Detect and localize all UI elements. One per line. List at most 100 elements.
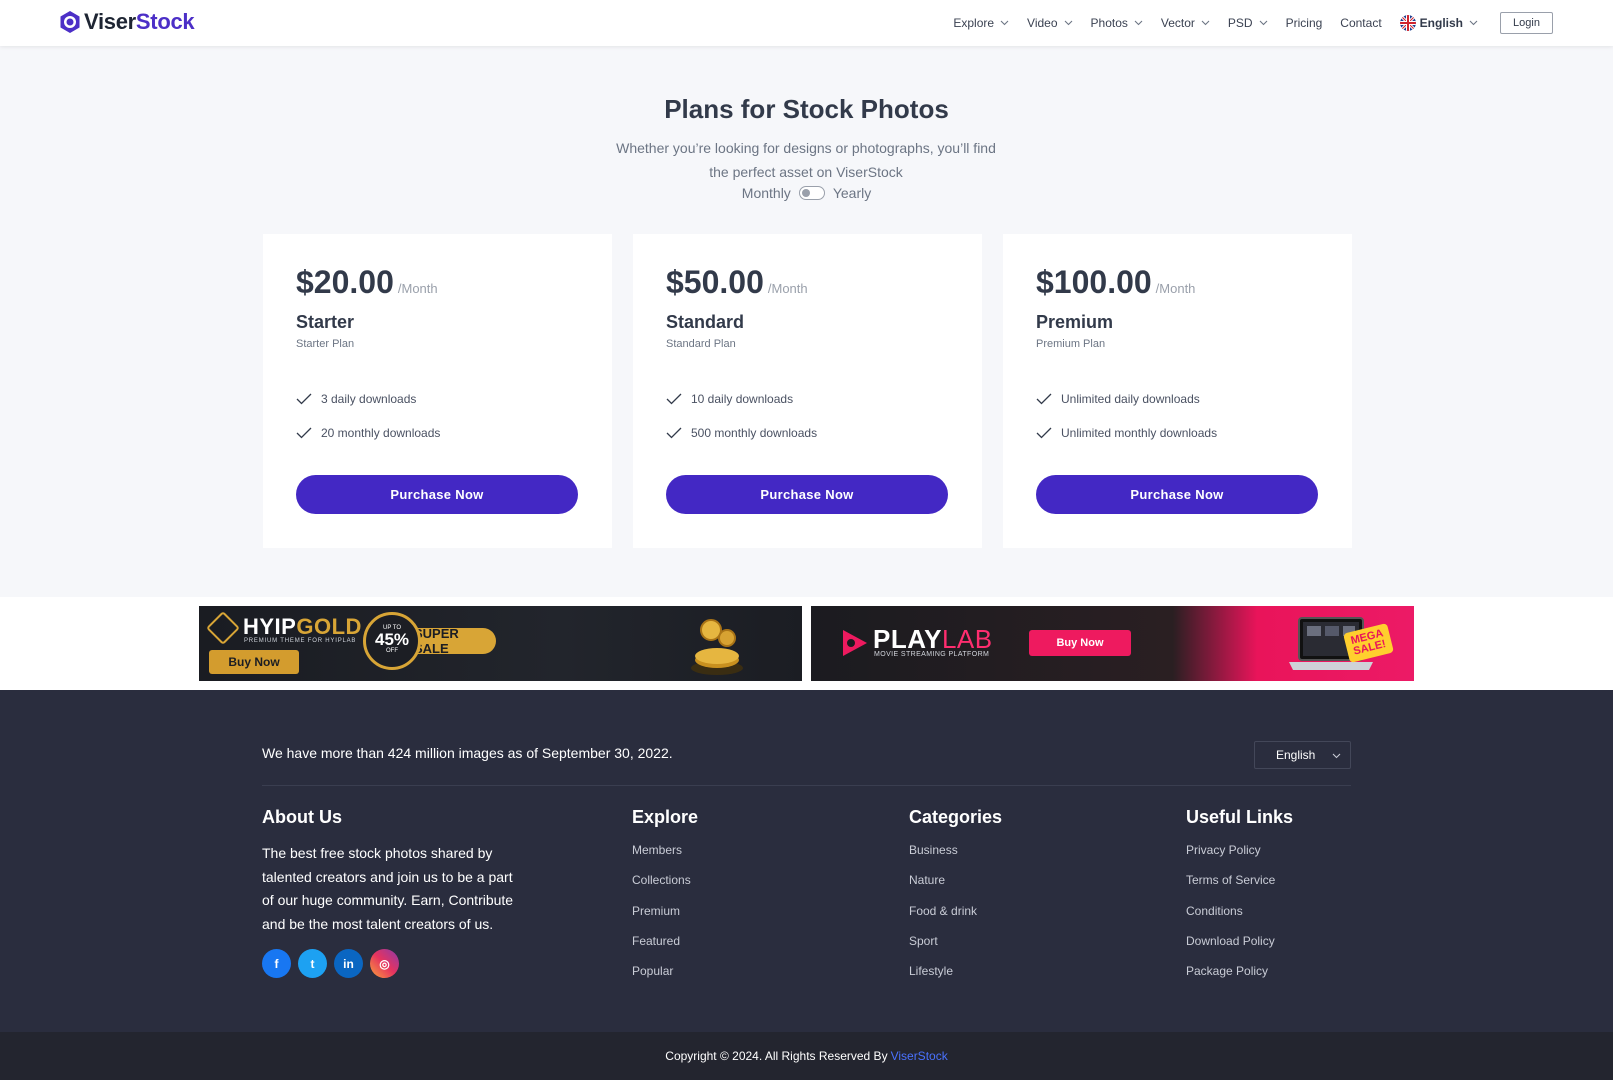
nav-photos[interactable]: Photos — [1091, 16, 1143, 30]
ad-hyipgold[interactable]: HYIPGOLD PREMIUM THEME FOR HYIPLAB Buy N… — [199, 606, 802, 681]
feature-item: 500 monthly downloads — [666, 416, 817, 450]
login-button[interactable]: Login — [1500, 12, 1553, 34]
price-period: /Month — [1155, 281, 1196, 296]
footer-link-package-policy[interactable]: Package Policy — [1186, 963, 1293, 993]
footer-link-nature[interactable]: Nature — [909, 872, 1002, 902]
footer-heading: Explore — [632, 807, 699, 827]
nav-vector[interactable]: Vector — [1161, 16, 1210, 30]
footer-link-premium[interactable]: Premium — [632, 903, 698, 933]
footer-link-terms[interactable]: Terms of Service — [1186, 872, 1293, 902]
main-nav: Explore Video Photos Vector PSD Pricing … — [935, 0, 1553, 46]
hyipgold-discount-badge: UP TO 45% OFF — [363, 612, 421, 670]
price-period: /Month — [397, 281, 438, 296]
nav-video[interactable]: Video — [1027, 16, 1072, 30]
nav-psd[interactable]: PSD — [1228, 16, 1268, 30]
footer-link-business[interactable]: Business — [909, 842, 1002, 872]
billing-toggle-row: Monthly Yearly — [0, 185, 1613, 201]
hyipgold-logo-icon — [206, 611, 240, 645]
plan-description: Standard Plan — [666, 338, 736, 350]
pricing-plans: $20.00/Month Starter Starter Plan 3 dail… — [263, 234, 1352, 548]
plan-features: Unlimited daily downloads Unlimited mont… — [1036, 382, 1217, 450]
footer-link-popular[interactable]: Popular — [632, 963, 698, 993]
purchase-now-button[interactable]: Purchase Now — [296, 475, 578, 514]
logo-text: ViserStock — [84, 9, 195, 34]
hyipgold-sale-tag: SUPER SALE — [414, 626, 496, 656]
playlab-tagline: MOVIE STREAMING PLATFORM — [874, 651, 990, 658]
nav-pricing[interactable]: Pricing — [1286, 16, 1323, 30]
check-icon — [666, 393, 682, 405]
plan-description: Starter Plan — [296, 338, 355, 350]
nav-contact[interactable]: Contact — [1340, 16, 1381, 30]
about-text: The best free stock photos shared by tal… — [262, 845, 514, 932]
footer-heading: Categories — [909, 807, 1003, 827]
footer-heading: Useful Links — [1186, 807, 1294, 827]
footer-link-featured[interactable]: Featured — [632, 933, 698, 963]
footer-explore: Explore Members Collections Premium Feat… — [632, 807, 698, 993]
footer-link-download-policy[interactable]: Download Policy — [1186, 933, 1293, 963]
copyright-bar: Copyright © 2024. All Rights Reserved By… — [0, 1032, 1613, 1080]
ad-banner-band: HYIPGOLD PREMIUM THEME FOR HYIPLAB Buy N… — [0, 597, 1613, 690]
footer-heading: About Us — [262, 807, 342, 827]
footer-divider — [262, 785, 1351, 786]
instagram-icon[interactable]: ◎ — [370, 949, 399, 978]
footer-useful-links: Useful Links Privacy Policy Terms of Ser… — [1186, 807, 1293, 993]
footer-link-conditions[interactable]: Conditions — [1186, 903, 1293, 933]
footer-link-lifestyle[interactable]: Lifestyle — [909, 963, 1002, 993]
toggle-label-yearly: Yearly — [832, 185, 872, 201]
chevron-down-icon — [1332, 753, 1341, 759]
feature-item: Unlimited daily downloads — [1036, 382, 1217, 416]
site-footer: We have more than 424 million images as … — [0, 690, 1613, 1032]
feature-item: 3 daily downloads — [296, 382, 440, 416]
chevron-down-icon — [1469, 20, 1478, 26]
plan-features: 3 daily downloads 20 monthly downloads — [296, 382, 440, 450]
copyright-brand-link[interactable]: ViserStock — [891, 1049, 948, 1063]
chevron-down-icon — [1064, 20, 1072, 26]
footer-link-members[interactable]: Members — [632, 842, 698, 872]
ad-playlab[interactable]: PLAYLAB MOVIE STREAMING PLATFORM Buy Now… — [811, 606, 1414, 681]
play-icon — [843, 630, 867, 656]
feature-item: 10 daily downloads — [666, 382, 817, 416]
hyipgold-buy-button[interactable]: Buy Now — [209, 650, 299, 674]
page-subtitle: Whether you’re looking for designs or ph… — [616, 140, 996, 180]
price-amount: $20.00 — [296, 264, 394, 300]
plan-name: Starter — [296, 312, 355, 332]
footer-link-sport[interactable]: Sport — [909, 933, 1002, 963]
hyipgold-title: HYIPGOLD — [243, 614, 362, 639]
plan-card-premium: $100.00/Month Premium Premium Plan Unlim… — [1003, 234, 1352, 548]
logo-icon — [60, 11, 80, 33]
feature-item: 20 monthly downloads — [296, 416, 440, 450]
plan-description: Premium Plan — [1036, 338, 1106, 350]
toggle-knob — [801, 189, 810, 197]
footer-about: About Us The best free stock photos shar… — [262, 807, 526, 978]
logo[interactable]: ViserStock — [58, 9, 195, 35]
chevron-down-icon — [1259, 20, 1267, 26]
page-title: Plans for Stock Photos — [664, 94, 949, 124]
footer-link-collections[interactable]: Collections — [632, 872, 698, 902]
purchase-now-button[interactable]: Purchase Now — [1036, 475, 1318, 514]
purchase-now-button[interactable]: Purchase Now — [666, 475, 948, 514]
plan-card-starter: $20.00/Month Starter Starter Plan 3 dail… — [263, 234, 612, 548]
gold-coins-icon — [691, 619, 743, 675]
footer-link-privacy-policy[interactable]: Privacy Policy — [1186, 842, 1293, 872]
check-icon — [1036, 427, 1052, 439]
copyright-text: Copyright © 2024. All Rights Reserved By — [665, 1049, 888, 1063]
chevron-down-icon — [1201, 20, 1210, 26]
footer-image-count-note: We have more than 424 million images as … — [262, 745, 673, 761]
footer-language-select[interactable]: English — [1254, 741, 1351, 769]
nav-explore[interactable]: Explore — [953, 16, 1009, 30]
plan-price: $50.00/Month — [666, 264, 808, 301]
playlab-buy-button[interactable]: Buy Now — [1029, 630, 1131, 656]
social-links: f t in ◎ — [262, 949, 526, 978]
footer-link-food-drink[interactable]: Food & drink — [909, 903, 1002, 933]
plan-price: $100.00/Month — [1036, 264, 1195, 301]
check-icon — [1036, 393, 1052, 405]
linkedin-icon[interactable]: in — [334, 949, 363, 978]
twitter-icon[interactable]: t — [298, 949, 327, 978]
check-icon — [296, 427, 312, 439]
facebook-icon[interactable]: f — [262, 949, 291, 978]
check-icon — [666, 427, 682, 439]
uk-flag-icon — [1399, 15, 1416, 31]
plan-name: Premium — [1036, 312, 1114, 332]
billing-period-toggle[interactable] — [798, 186, 825, 200]
language-selector[interactable]: English — [1399, 15, 1478, 31]
